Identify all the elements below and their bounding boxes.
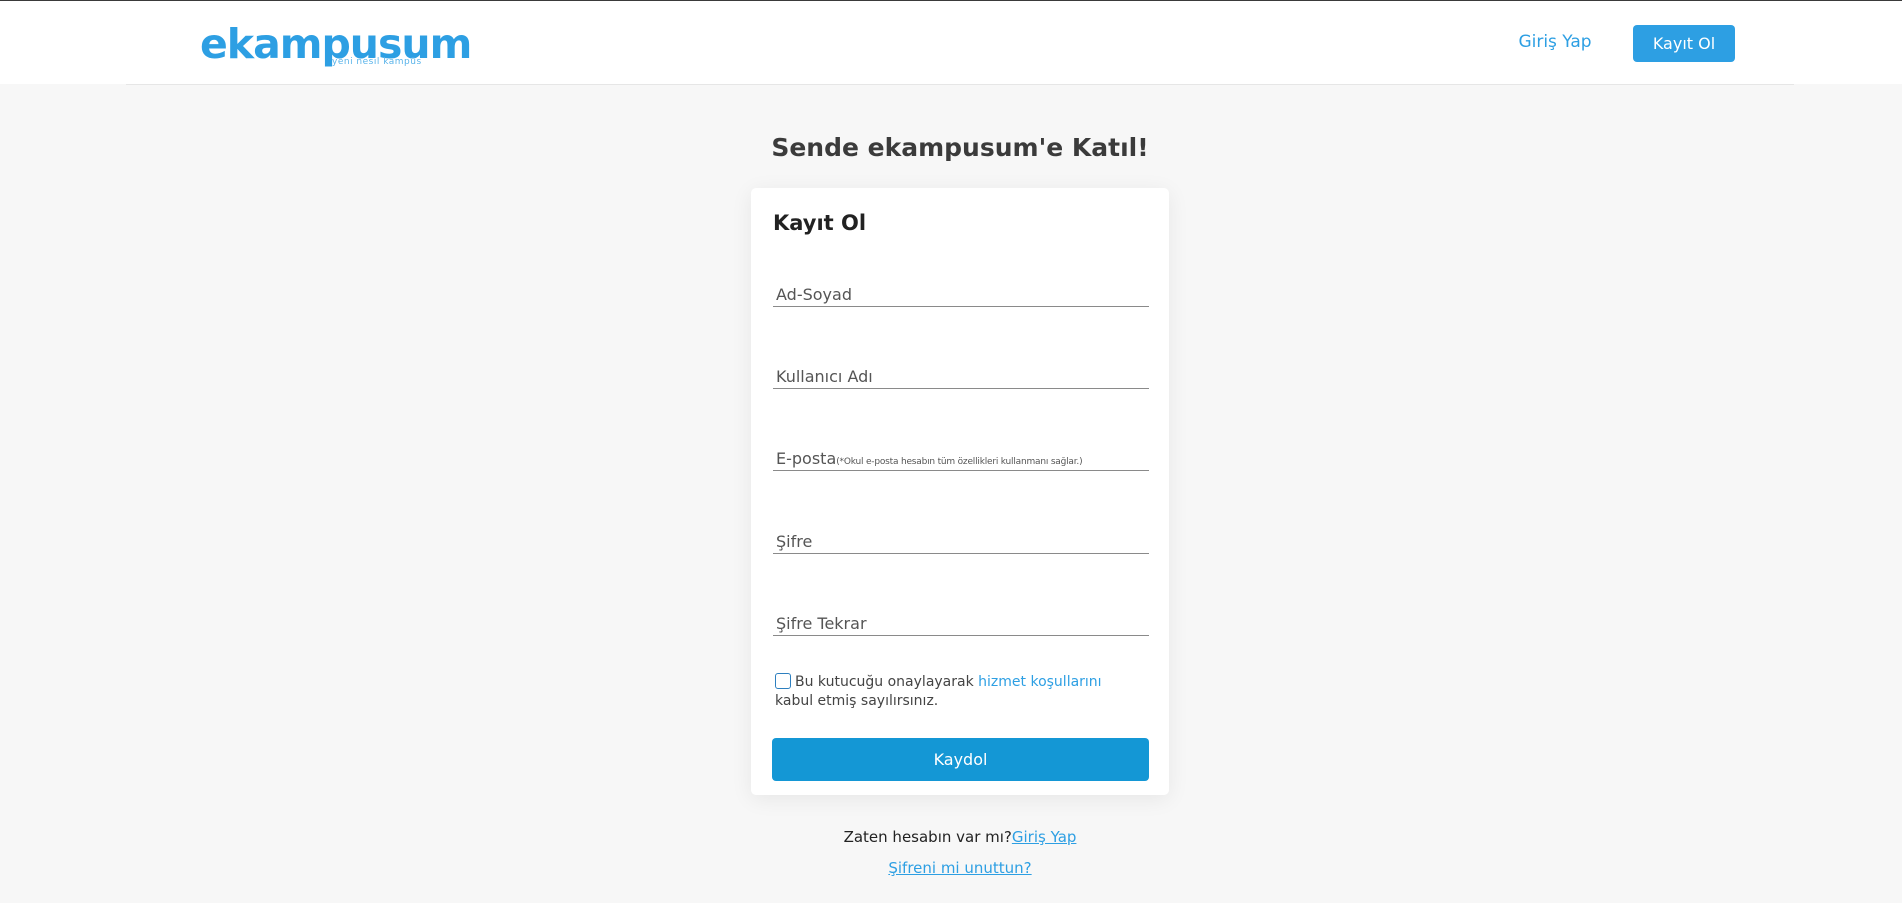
password-label-text: Şifre [776,532,813,551]
password-repeat-label-text: Şifre Tekrar [776,614,867,633]
terms-suffix: kabul etmiş sayılırsınız. [775,693,939,709]
terms-agreement: Bu kutucuğu onaylayarak hizmet koşulları… [775,673,1135,711]
username-field[interactable]: Kullanıcı Adı [773,357,1149,389]
nav-register-button[interactable]: Kayıt Ol [1633,25,1735,62]
have-account-row: Zaten hesabın var mı?Giriş Yap [0,828,1902,846]
password-repeat-field[interactable]: Şifre Tekrar [773,604,1149,636]
forgot-row: Şifreni mi unuttun? [0,859,1902,877]
page-title: Sende ekampusum'e Katıl! [771,133,1149,162]
email-field[interactable]: E-posta(*Okul e-posta hesabın tüm özelli… [773,439,1149,471]
username-label-text: Kullanıcı Adı [776,367,873,386]
forgot-password-link[interactable]: Şifreni mi unuttun? [888,859,1031,877]
ekampusum-logo[interactable]: ekampusum yeni nesil kampüs [200,21,472,71]
password-label: Şifre [776,532,812,551]
email-label-text: E-posta [776,449,837,468]
form-title: Kayıt Ol [773,211,867,235]
password-field[interactable]: Şifre [773,522,1149,554]
terms-checkbox[interactable] [775,673,791,689]
footer-login-link[interactable]: Giriş Yap [1012,828,1077,846]
password-repeat-label: Şifre Tekrar [776,614,867,633]
have-account-text: Zaten hesabın var mı? [843,828,1012,846]
username-label: Kullanıcı Adı [776,367,873,386]
register-card: Kayıt Ol Ad-Soyad Kullanıcı Adı E-posta(… [751,188,1169,795]
fullname-label-text: Ad-Soyad [776,285,852,304]
nav-login-link[interactable]: Giriş Yap [1500,30,1610,54]
email-note: (*Okul e-posta hesabın tüm özellikleri k… [836,457,1083,467]
logo-tagline: yeni nesil kampüs [332,57,422,67]
terms-link[interactable]: hizmet koşullarını [978,674,1101,690]
email-label: E-posta(*Okul e-posta hesabın tüm özelli… [776,449,1083,468]
header-divider [126,84,1794,85]
terms-prefix: Bu kutucuğu onaylayarak [795,674,974,690]
submit-button[interactable]: Kaydol [772,738,1149,781]
fullname-label: Ad-Soyad [776,285,852,304]
site-header: ekampusum yeni nesil kampüs Giriş Yap Ka… [0,1,1902,84]
fullname-field[interactable]: Ad-Soyad [773,275,1149,307]
